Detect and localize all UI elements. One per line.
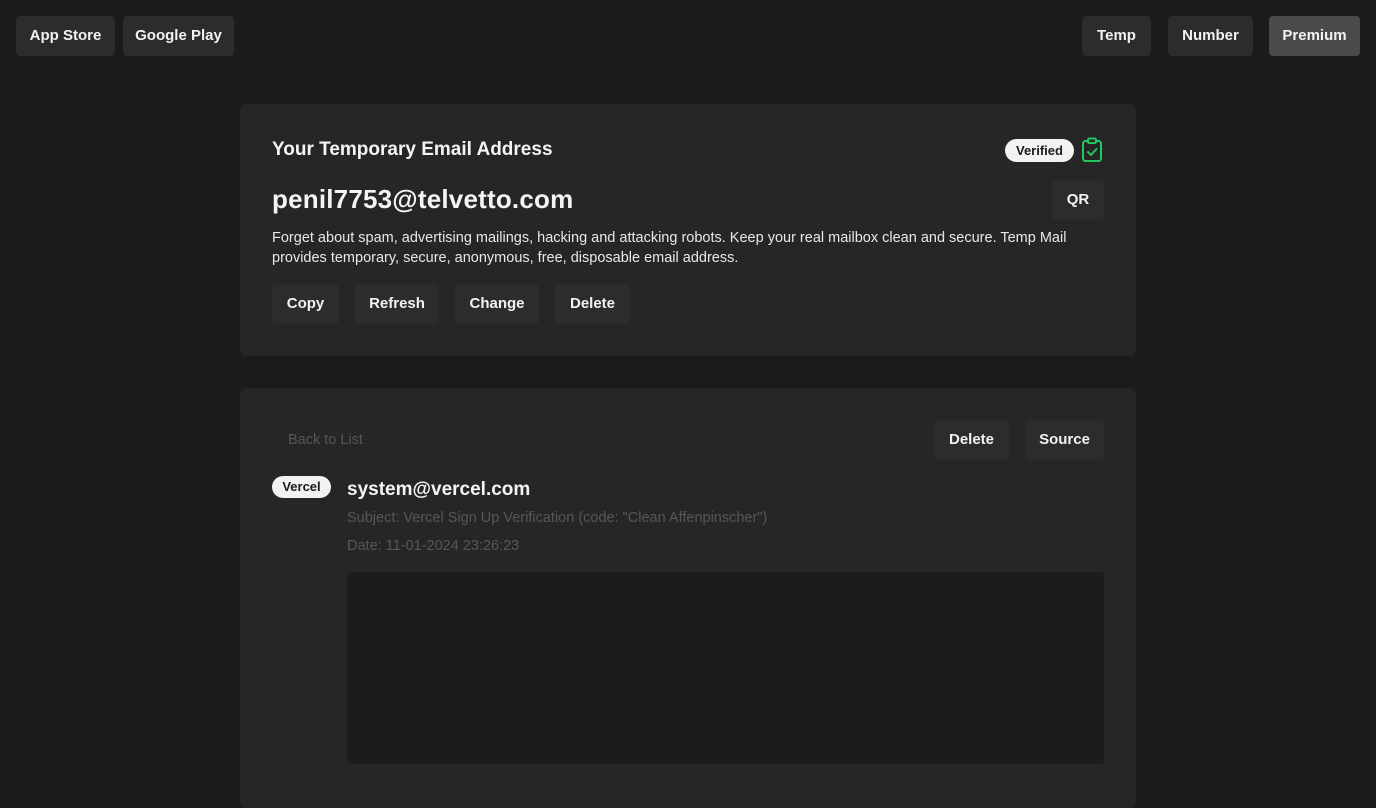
message-subject: Subject: Vercel Sign Up Verification (co… [347, 510, 768, 526]
sender-name-badge: Vercel [272, 476, 331, 498]
delete-message-button[interactable]: Delete [934, 420, 1009, 460]
message-body-frame[interactable] [347, 572, 1104, 764]
email-address-card: Your Temporary Email Address Verified pe… [240, 104, 1136, 356]
delete-address-button[interactable]: Delete [555, 284, 630, 324]
change-button[interactable]: Change [455, 284, 539, 324]
google-play-button[interactable]: Google Play [123, 16, 234, 56]
message-date: Date: 11-01-2024 23:26:23 [347, 538, 520, 554]
temp-button[interactable]: Temp [1082, 16, 1151, 56]
qr-button[interactable]: QR [1052, 180, 1104, 220]
copy-button[interactable]: Copy [272, 284, 339, 324]
number-button[interactable]: Number [1168, 16, 1253, 56]
clipboard-check-icon[interactable] [1081, 137, 1103, 163]
verified-badge: Verified [1005, 139, 1074, 162]
premium-button[interactable]: Premium [1269, 16, 1360, 56]
email-address: penil7753@telvetto.com [272, 184, 574, 214]
back-to-list-link[interactable]: Back to List [288, 432, 363, 448]
refresh-button[interactable]: Refresh [355, 284, 439, 324]
source-button[interactable]: Source [1025, 420, 1104, 460]
app-store-button[interactable]: App Store [16, 16, 115, 56]
sender-email: system@vercel.com [347, 479, 531, 500]
service-description: Forget about spam, advertising mailings,… [272, 230, 1067, 266]
card-title: Your Temporary Email Address [272, 139, 553, 160]
top-navigation: App Store Google Play Temp Number Premiu… [16, 16, 1360, 56]
message-card: Back to List Delete Source Vercel system… [240, 388, 1136, 808]
